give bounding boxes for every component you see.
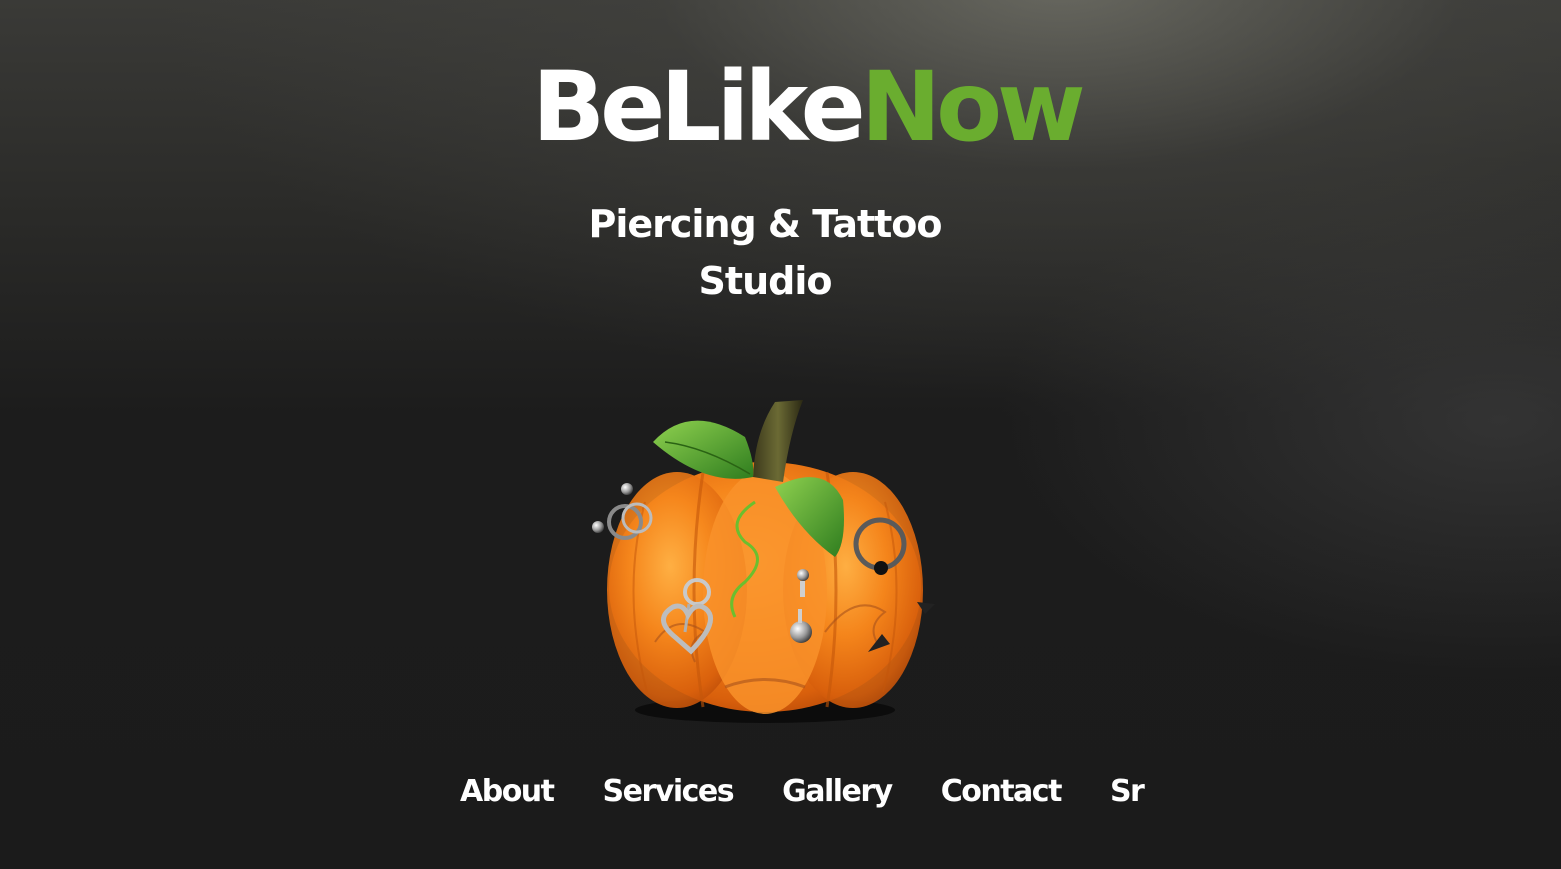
main-nav: About Services Gallery Contact Sr xyxy=(460,770,1145,814)
nav-item-contact[interactable]: Contact xyxy=(941,770,1063,814)
logo-word-be: Be xyxy=(532,51,665,163)
nav-item-gallery[interactable]: Gallery xyxy=(782,770,893,814)
tagline-line-2: Studio xyxy=(698,259,833,303)
site-logo[interactable]: BeLikeNow xyxy=(532,51,1086,163)
logo-word-like: Like xyxy=(660,51,865,163)
nav-item-about[interactable]: About xyxy=(460,770,555,814)
pierced-pumpkin-icon xyxy=(585,392,945,727)
nav-item-services[interactable]: Services xyxy=(603,770,735,814)
tagline-line-1: Piercing & Tattoo xyxy=(588,202,943,246)
nav-item-sr[interactable]: Sr xyxy=(1110,770,1145,814)
logo-word-now: Now xyxy=(860,51,1086,163)
site-tagline: Piercing & Tattoo Studio xyxy=(530,196,1000,310)
